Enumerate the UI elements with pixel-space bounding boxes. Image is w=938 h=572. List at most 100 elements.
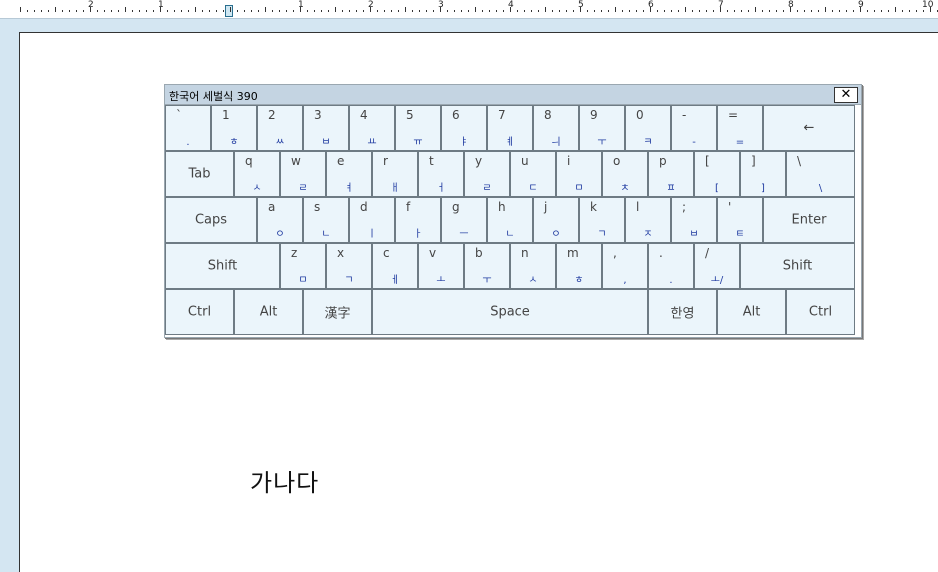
key-3-4[interactable]: vㅗ bbox=[418, 243, 464, 289]
key-hangul-label: ㅑ bbox=[459, 137, 469, 148]
ruler-number: 5 bbox=[578, 0, 584, 10]
key-hangul-label: ㅍ bbox=[666, 183, 676, 194]
ruler-tick bbox=[230, 7, 231, 12]
key-latin-label: v bbox=[429, 246, 437, 260]
key-2-7[interactable]: jㅇ bbox=[533, 197, 579, 243]
ruler-tick bbox=[706, 10, 707, 12]
key-1-5[interactable]: tㅓ bbox=[418, 151, 464, 197]
key-enter[interactable]: Enter bbox=[763, 197, 855, 243]
key-3-6[interactable]: nㅅ bbox=[510, 243, 556, 289]
key-0-0[interactable]: `. bbox=[165, 105, 211, 151]
key-1-2[interactable]: wㄹ bbox=[280, 151, 326, 197]
key-0-10[interactable]: 0ㅋ bbox=[625, 105, 671, 151]
key-latin-label: h bbox=[498, 200, 506, 214]
key-1-8[interactable]: iㅁ bbox=[556, 151, 602, 197]
ruler-tick bbox=[594, 10, 595, 12]
key-0-2[interactable]: 2ㅆ bbox=[257, 105, 303, 151]
key-1-11[interactable]: [[ bbox=[694, 151, 740, 197]
keyboard-title-bar[interactable]: 한국어 세벌식 390 ✕ bbox=[165, 85, 861, 105]
key-latin-label: 0 bbox=[636, 108, 644, 122]
document-text[interactable]: 가나다 bbox=[250, 463, 319, 498]
key-0-8[interactable]: 8ㅢ bbox=[533, 105, 579, 151]
key-latin-label: c bbox=[383, 246, 390, 260]
ruler-tick bbox=[188, 10, 189, 12]
ruler-tick bbox=[839, 10, 840, 12]
key-0-7[interactable]: 7ㅖ bbox=[487, 105, 533, 151]
key-3-1[interactable]: zㅁ bbox=[280, 243, 326, 289]
ruler-tick bbox=[244, 10, 245, 12]
key-space[interactable]: Space bbox=[372, 289, 648, 335]
key-shift[interactable]: Shift bbox=[740, 243, 855, 289]
ruler-number: 6 bbox=[648, 0, 654, 10]
key-2-10[interactable]: ; ㅂ bbox=[671, 197, 717, 243]
ruler-tick bbox=[734, 10, 735, 12]
key-hangul-label: \ bbox=[818, 183, 823, 194]
ruler-tick bbox=[356, 10, 357, 12]
key-latin-label: 7 bbox=[498, 108, 506, 122]
key-0-1[interactable]: 1ㅎ bbox=[211, 105, 257, 151]
key-1-13[interactable]: \ \ bbox=[786, 151, 855, 197]
key-backspace[interactable]: ← bbox=[763, 105, 855, 151]
key-hanja[interactable]: 漢字 bbox=[303, 289, 372, 335]
key-2-2[interactable]: sㄴ bbox=[303, 197, 349, 243]
close-button[interactable]: ✕ bbox=[834, 87, 858, 103]
ruler-tick bbox=[69, 10, 70, 12]
key-2-9[interactable]: lㅈ bbox=[625, 197, 671, 243]
key-2-4[interactable]: fㅏ bbox=[395, 197, 441, 243]
key-2-1[interactable]: aㅇ bbox=[257, 197, 303, 243]
key-hangul-label: ㅇ bbox=[551, 229, 561, 240]
key-hangul-label: ㅗ bbox=[436, 275, 446, 286]
key-2-11[interactable]: ' ㅌ bbox=[717, 197, 763, 243]
ruler-tick bbox=[783, 10, 784, 12]
key-hangul-label: ㄷ bbox=[528, 183, 538, 194]
key-3-8[interactable]: ,, bbox=[602, 243, 648, 289]
key-3-3[interactable]: cㅔ bbox=[372, 243, 418, 289]
horizontal-ruler[interactable]: 2 1 1 2 3 4 5 6 7 8 9 10 bbox=[0, 0, 938, 19]
key-3-5[interactable]: bㅜ bbox=[464, 243, 510, 289]
key-0-6[interactable]: 6ㅑ bbox=[441, 105, 487, 151]
key-0-4[interactable]: 4ㅛ bbox=[349, 105, 395, 151]
ruler-number: 2 bbox=[88, 0, 94, 10]
key-3-9[interactable]: .. bbox=[648, 243, 694, 289]
key-1-10[interactable]: pㅍ bbox=[648, 151, 694, 197]
key-hangul-label: ㅜ bbox=[597, 137, 607, 148]
key-3-10[interactable]: / ㅗ/ bbox=[694, 243, 740, 289]
key-0-11[interactable]: -- bbox=[671, 105, 717, 151]
ruler-tick bbox=[573, 10, 574, 12]
key-tab[interactable]: Tab bbox=[165, 151, 234, 197]
ruler-tick bbox=[566, 10, 567, 12]
ruler-tick bbox=[741, 10, 742, 12]
key-ctrl[interactable]: Ctrl bbox=[165, 289, 234, 335]
key-2-3[interactable]: dㅣ bbox=[349, 197, 395, 243]
key-1-9[interactable]: oㅊ bbox=[602, 151, 648, 197]
key-alt[interactable]: Alt bbox=[717, 289, 786, 335]
key-0-3[interactable]: 3ㅂ bbox=[303, 105, 349, 151]
key-1-1[interactable]: qㅅ bbox=[234, 151, 280, 197]
key-2-5[interactable]: gㅡ bbox=[441, 197, 487, 243]
key-1-6[interactable]: yㄹ bbox=[464, 151, 510, 197]
key-alt[interactable]: Alt bbox=[234, 289, 303, 335]
key-1-4[interactable]: rㅐ bbox=[372, 151, 418, 197]
key-3-2[interactable]: xㄱ bbox=[326, 243, 372, 289]
key-caps[interactable]: Caps bbox=[165, 197, 257, 243]
key-2-6[interactable]: hㄴ bbox=[487, 197, 533, 243]
key-1-12[interactable]: ]] bbox=[740, 151, 786, 197]
key-2-8[interactable]: kㄱ bbox=[579, 197, 625, 243]
ruler-tick bbox=[293, 10, 294, 12]
ruler-tick bbox=[419, 10, 420, 12]
key-label: Tab bbox=[188, 166, 211, 182]
key-hangul-label: ㄴ bbox=[321, 229, 331, 240]
ruler-tick bbox=[307, 10, 308, 12]
key-ctrl[interactable]: Ctrl bbox=[786, 289, 855, 335]
key-1-7[interactable]: uㄷ bbox=[510, 151, 556, 197]
key-0-12[interactable]: = = bbox=[717, 105, 763, 151]
key-0-5[interactable]: 5ㅠ bbox=[395, 105, 441, 151]
key-hanyeong[interactable]: 한영 bbox=[648, 289, 717, 335]
ruler-tick bbox=[279, 10, 280, 12]
indent-marker[interactable] bbox=[225, 5, 233, 17]
key-0-9[interactable]: 9ㅜ bbox=[579, 105, 625, 151]
key-label: Enter bbox=[791, 212, 827, 228]
key-shift[interactable]: Shift bbox=[165, 243, 280, 289]
key-1-3[interactable]: eㅕ bbox=[326, 151, 372, 197]
key-3-7[interactable]: mㅎ bbox=[556, 243, 602, 289]
